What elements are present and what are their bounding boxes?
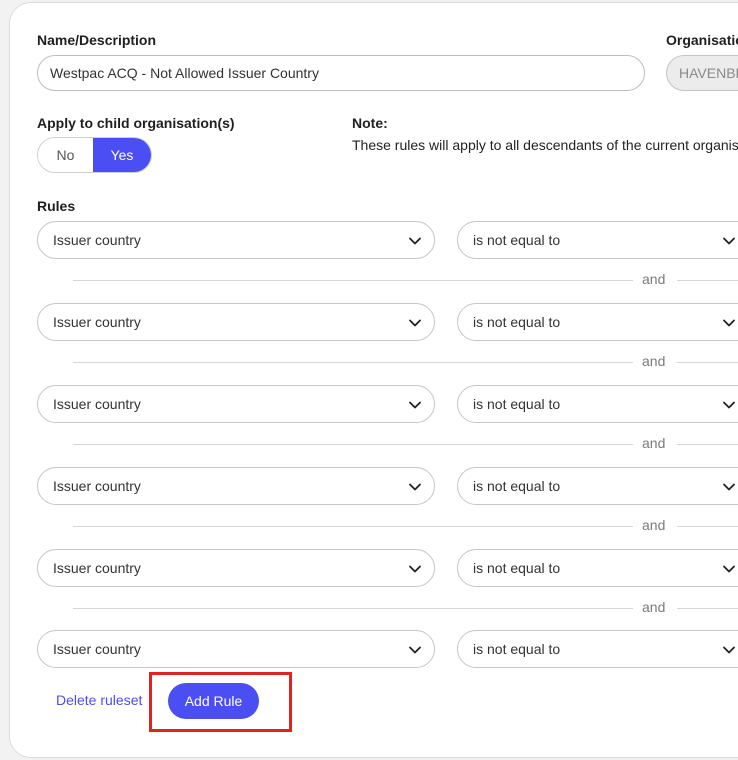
- rule-field-value: Issuer country: [53, 232, 141, 248]
- rule-field-select[interactable]: Issuer country: [37, 221, 435, 259]
- rule-field-select[interactable]: Issuer country: [37, 385, 435, 423]
- connector-line: [677, 362, 738, 363]
- and-connector: and: [73, 435, 738, 451]
- rule-field-value: Issuer country: [53, 314, 141, 330]
- rule-operator-value: is not equal to: [473, 396, 561, 412]
- organisation-input[interactable]: [666, 55, 738, 91]
- rule-field-value: Issuer country: [53, 560, 141, 576]
- connector-line: [677, 444, 738, 445]
- rule-operator-select[interactable]: is not equal to: [457, 630, 738, 668]
- chevron-down-icon: [722, 643, 736, 657]
- add-rule-button[interactable]: Add Rule: [168, 683, 259, 719]
- name-input[interactable]: [37, 55, 645, 91]
- rule-field-value: Issuer country: [53, 641, 141, 657]
- rule-operator-value: is not equal to: [473, 232, 561, 248]
- and-connector: and: [73, 271, 738, 287]
- rule-operator-select[interactable]: is not equal to: [457, 549, 738, 587]
- connector-line: [677, 280, 738, 281]
- chevron-down-icon: [408, 643, 422, 657]
- rule-operator-value: is not equal to: [473, 641, 561, 657]
- rule-operator-select[interactable]: is not equal to: [457, 303, 738, 341]
- chevron-down-icon: [722, 234, 736, 248]
- apply-child-label: Apply to child organisation(s): [37, 115, 235, 131]
- and-label: and: [642, 353, 666, 369]
- rule-field-select[interactable]: Issuer country: [37, 467, 435, 505]
- chevron-down-icon: [408, 234, 422, 248]
- connector-line: [677, 526, 738, 527]
- note-text: These rules will apply to all descendant…: [352, 137, 738, 153]
- chevron-down-icon: [408, 398, 422, 412]
- rule-field-select[interactable]: Issuer country: [37, 303, 435, 341]
- chevron-down-icon: [408, 562, 422, 576]
- rule-operator-select[interactable]: is not equal to: [457, 385, 738, 423]
- rule-operator-value: is not equal to: [473, 560, 561, 576]
- and-label: and: [642, 435, 666, 451]
- and-connector: and: [73, 517, 738, 533]
- rule-field-value: Issuer country: [53, 396, 141, 412]
- toggle-no-option[interactable]: No: [38, 138, 93, 172]
- note-title: Note:: [352, 115, 388, 131]
- delete-ruleset-link[interactable]: Delete ruleset: [56, 692, 142, 708]
- and-label: and: [642, 271, 666, 287]
- connector-line: [73, 280, 633, 281]
- rules-label: Rules: [37, 198, 76, 214]
- connector-line: [73, 608, 633, 609]
- rule-field-select[interactable]: Issuer country: [37, 549, 435, 587]
- connector-line: [73, 444, 633, 445]
- toggle-yes-option[interactable]: Yes: [93, 138, 151, 172]
- viewport: Name/Description Organisation Apply to c…: [0, 0, 738, 760]
- chevron-down-icon: [722, 562, 736, 576]
- rule-operator-value: is not equal to: [473, 478, 561, 494]
- rule-operator-select[interactable]: is not equal to: [457, 467, 738, 505]
- organisation-label: Organisation: [666, 32, 738, 48]
- and-label: and: [642, 599, 666, 615]
- chevron-down-icon: [408, 480, 422, 494]
- chevron-down-icon: [722, 316, 736, 330]
- chevron-down-icon: [722, 398, 736, 412]
- rule-operator-value: is not equal to: [473, 314, 561, 330]
- connector-line: [73, 362, 633, 363]
- and-label: and: [642, 517, 666, 533]
- rule-operator-select[interactable]: is not equal to: [457, 221, 738, 259]
- connector-line: [677, 608, 738, 609]
- rule-field-select[interactable]: Issuer country: [37, 630, 435, 668]
- and-connector: and: [73, 599, 738, 615]
- chevron-down-icon: [722, 480, 736, 494]
- name-label: Name/Description: [37, 32, 157, 48]
- chevron-down-icon: [408, 316, 422, 330]
- connector-line: [73, 526, 633, 527]
- rule-field-value: Issuer country: [53, 478, 141, 494]
- and-connector: and: [73, 353, 738, 369]
- apply-child-toggle: No Yes: [37, 137, 152, 173]
